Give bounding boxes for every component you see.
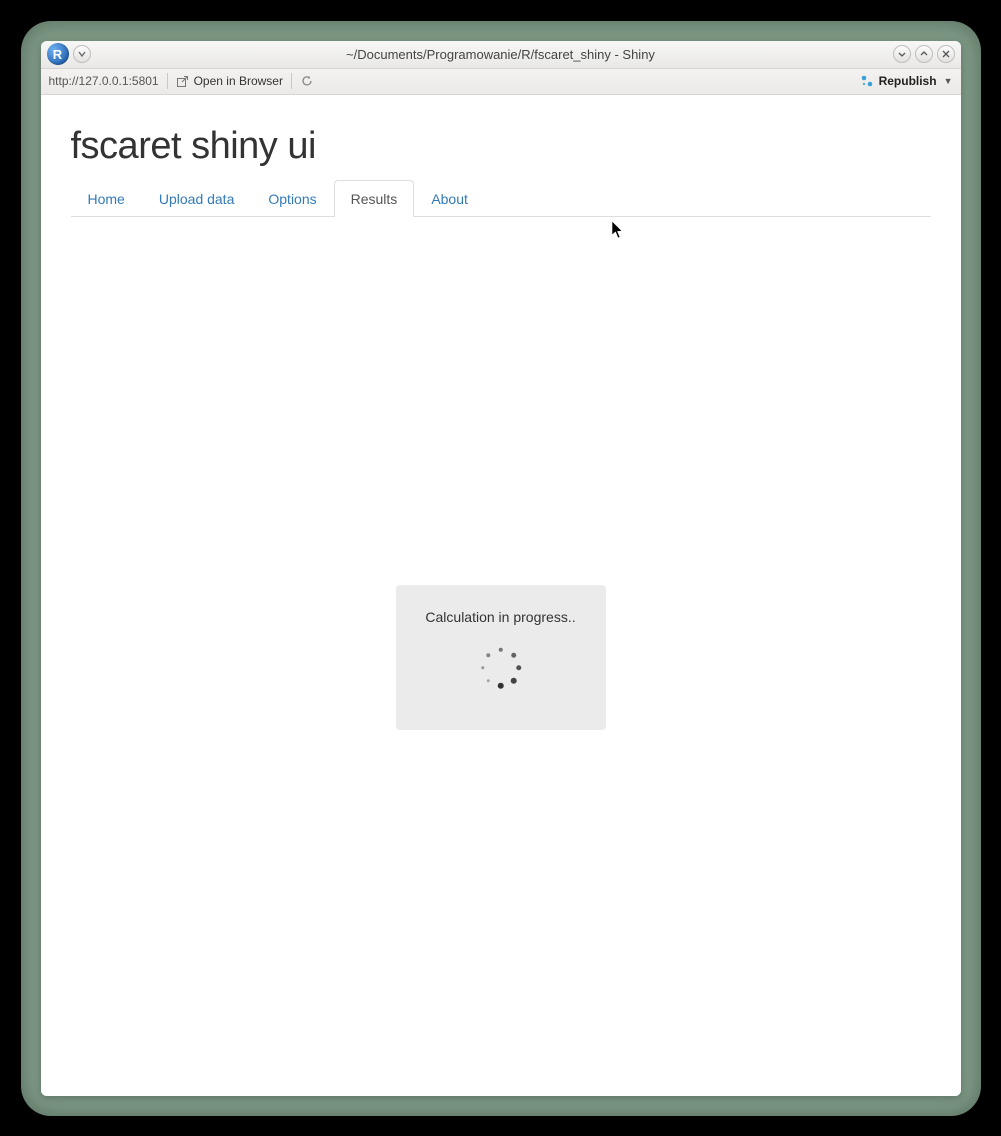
tab-options[interactable]: Options <box>251 180 333 217</box>
url-text: http://127.0.0.1:5801 <box>49 74 159 88</box>
page-title: fscaret shiny ui <box>71 125 931 168</box>
window-title: ~/Documents/Programowanie/R/fscaret_shin… <box>41 47 961 62</box>
tab-results[interactable]: Results <box>334 180 415 217</box>
republish-icon <box>860 74 874 88</box>
open-in-browser-button[interactable]: Open in Browser <box>176 74 283 88</box>
toolbar: http://127.0.0.1:5801 Open in Browser <box>41 69 961 95</box>
loading-text: Calculation in progress.. <box>425 609 575 625</box>
spinner-icon <box>478 645 524 691</box>
titlebar-menu-button[interactable] <box>73 45 91 63</box>
tab-home[interactable]: Home <box>71 180 142 217</box>
loading-modal: Calculation in progress.. <box>396 585 606 730</box>
open-in-browser-label: Open in Browser <box>194 74 283 88</box>
tab-about[interactable]: About <box>414 180 485 217</box>
chevron-down-icon: ▼ <box>944 76 953 86</box>
content-area: fscaret shiny ui Home Upload data Option… <box>41 95 961 1096</box>
window-titlebar: R ~/Documents/Programowanie/R/fscaret_sh… <box>41 41 961 69</box>
separator <box>167 73 168 89</box>
republish-label: Republish <box>879 74 937 88</box>
republish-button[interactable]: Republish ▼ <box>860 74 953 88</box>
app-window: R ~/Documents/Programowanie/R/fscaret_sh… <box>41 41 961 1096</box>
reload-button[interactable] <box>300 74 314 88</box>
mouse-cursor-icon <box>611 220 625 240</box>
separator <box>291 73 292 89</box>
minimize-button[interactable] <box>893 45 911 63</box>
maximize-button[interactable] <box>915 45 933 63</box>
app-logo-icon: R <box>47 43 69 65</box>
close-button[interactable] <box>937 45 955 63</box>
tab-bar: Home Upload data Options Results About <box>71 180 931 217</box>
tab-upload-data[interactable]: Upload data <box>142 180 252 217</box>
popout-icon <box>176 75 189 88</box>
